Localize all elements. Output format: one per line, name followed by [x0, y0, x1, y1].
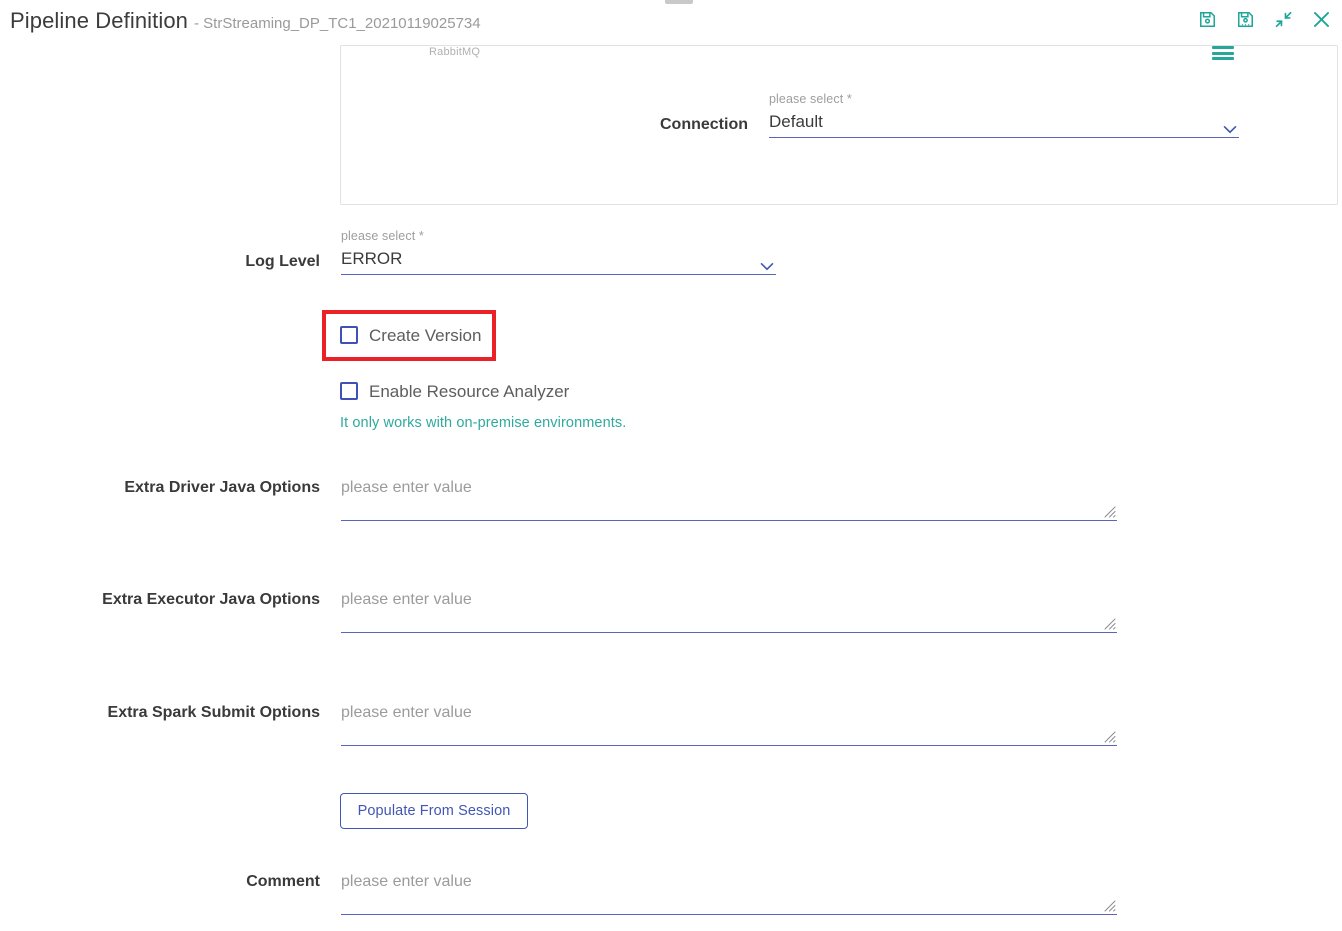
extra-driver-java-options-input[interactable]: please enter value	[341, 478, 1117, 521]
form-row-extra-spark-submit-options: Extra Spark Submit Options please enter …	[0, 703, 1120, 746]
populate-from-session-button[interactable]: Populate From Session	[340, 793, 528, 829]
form-row-log-level: Log Level please select * ERROR	[0, 229, 780, 275]
save-as-icon[interactable]	[1232, 6, 1258, 32]
hamburger-menu-icon[interactable]	[1210, 44, 1236, 62]
save-icon[interactable]	[1194, 6, 1220, 32]
create-version-checkbox[interactable]	[340, 326, 358, 344]
resource-analyzer-hint: It only works with on-premise environmen…	[340, 415, 626, 431]
extra-spark-submit-options-underline	[341, 745, 1117, 746]
page-title-text: Pipeline Definition	[10, 8, 188, 34]
extra-spark-submit-options-placeholder: please enter value	[341, 703, 472, 722]
form-row-comment: Comment please enter value	[0, 872, 1120, 915]
collapse-icon[interactable]	[1270, 6, 1296, 32]
create-version-label: Create Version	[369, 327, 481, 344]
resize-handle[interactable]	[1104, 899, 1116, 911]
resize-handle[interactable]	[1104, 617, 1116, 629]
extra-executor-java-options-input[interactable]: please enter value	[341, 590, 1117, 633]
close-icon[interactable]	[1308, 6, 1334, 32]
form-row-extra-executor-java-options: Extra Executor Java Options please enter…	[0, 590, 1120, 633]
pipeline-definition-window: Pipeline Definition - StrStreaming_DP_TC…	[0, 0, 1342, 931]
chevron-down-icon[interactable]	[1223, 125, 1237, 134]
extra-spark-submit-options-label: Extra Spark Submit Options	[0, 703, 320, 726]
connection-label: Connection	[0, 115, 748, 138]
create-version-checkbox-row[interactable]: Create Version	[340, 326, 481, 344]
chevron-down-icon[interactable]	[760, 262, 774, 271]
connection-floating-label: please select *	[769, 92, 852, 106]
comment-placeholder: please enter value	[341, 872, 472, 891]
connection-underline	[769, 137, 1239, 138]
extra-driver-java-options-placeholder: please enter value	[341, 478, 472, 497]
window-header: Pipeline Definition - StrStreaming_DP_TC…	[0, 0, 1342, 46]
window-actions	[1194, 6, 1334, 32]
comment-input[interactable]: please enter value	[341, 872, 1117, 915]
enable-resource-analyzer-checkbox[interactable]	[340, 382, 358, 400]
component-panel-name: RabbitMQ	[429, 46, 480, 58]
enable-resource-analyzer-label: Enable Resource Analyzer	[369, 383, 569, 400]
log-level-underline	[341, 274, 776, 275]
connection-value: Default	[769, 112, 823, 132]
log-level-select[interactable]: please select * ERROR	[341, 229, 776, 275]
comment-label: Comment	[0, 872, 320, 895]
form-row-connection: Connection please select * Default	[0, 92, 1260, 138]
log-level-floating-label: please select *	[341, 229, 424, 243]
extra-driver-java-options-underline	[341, 520, 1117, 521]
extra-spark-submit-options-input[interactable]: please enter value	[341, 703, 1117, 746]
resize-handle[interactable]	[1104, 730, 1116, 742]
comment-underline	[341, 914, 1117, 915]
extra-executor-java-options-underline	[341, 632, 1117, 633]
page-subtitle-text: - StrStreaming_DP_TC1_20210119025734	[194, 15, 481, 32]
page-title: Pipeline Definition - StrStreaming_DP_TC…	[10, 8, 481, 34]
log-level-label: Log Level	[0, 252, 320, 275]
extra-executor-java-options-placeholder: please enter value	[341, 590, 472, 609]
extra-executor-java-options-label: Extra Executor Java Options	[0, 590, 320, 613]
log-level-value: ERROR	[341, 249, 402, 269]
form-row-extra-driver-java-options: Extra Driver Java Options please enter v…	[0, 478, 1120, 521]
connection-select[interactable]: please select * Default	[769, 92, 1239, 138]
extra-driver-java-options-label: Extra Driver Java Options	[0, 478, 320, 501]
enable-resource-analyzer-checkbox-row[interactable]: Enable Resource Analyzer	[340, 382, 569, 400]
resize-handle[interactable]	[1104, 505, 1116, 517]
